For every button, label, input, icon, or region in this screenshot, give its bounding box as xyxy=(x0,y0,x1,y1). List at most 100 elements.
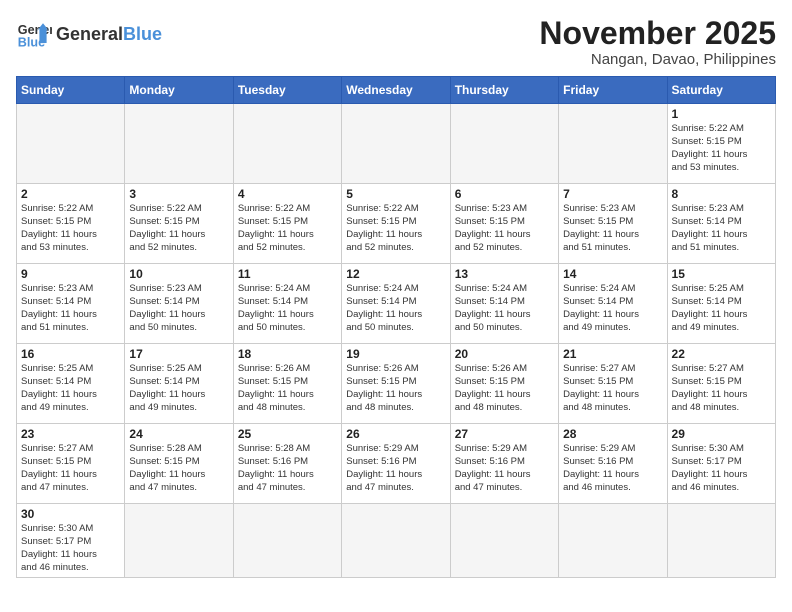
calendar-cell: 21Sunrise: 5:27 AMSunset: 5:15 PMDayligh… xyxy=(559,344,667,424)
day-info: Sunrise: 5:29 AMSunset: 5:16 PMDaylight:… xyxy=(346,443,445,494)
calendar-week-2: 2 Sunrise: 5:22 AMSunset: 5:15 PMDaylight… xyxy=(17,184,776,264)
calendar-cell xyxy=(559,504,667,578)
day-number: 19 xyxy=(346,347,445,361)
day-info: Sunrise: 5:23 AMSunset: 5:14 PMDaylight:… xyxy=(672,203,771,254)
weekday-header-wednesday: Wednesday xyxy=(342,77,450,104)
day-info: Sunrise: 5:23 AMSunset: 5:15 PMDaylight:… xyxy=(455,203,554,254)
day-number: 25 xyxy=(238,427,337,441)
logo: General Blue GeneralBlue xyxy=(16,16,162,52)
calendar-cell xyxy=(233,104,341,184)
day-info: Sunrise: 5:27 AMSunset: 5:15 PMDaylight:… xyxy=(21,443,120,494)
calendar-cell xyxy=(342,504,450,578)
calendar-cell: 10 Sunrise: 5:23 AMSunset: 5:14 PMDayligh… xyxy=(125,264,233,344)
calendar-cell: 1Sunrise: 5:22 AMSunset: 5:15 PMDaylight… xyxy=(667,104,775,184)
day-number: 17 xyxy=(129,347,228,361)
calendar-cell: 22 Sunrise: 5:27 AMSunset: 5:15 PMDayligh… xyxy=(667,344,775,424)
calendar-cell xyxy=(667,504,775,578)
calendar-cell xyxy=(450,504,558,578)
calendar-week-1: 1Sunrise: 5:22 AMSunset: 5:15 PMDaylight… xyxy=(17,104,776,184)
day-number: 11 xyxy=(238,267,337,281)
calendar-cell: 2 Sunrise: 5:22 AMSunset: 5:15 PMDaylight… xyxy=(17,184,125,264)
day-info: Sunrise: 5:23 AMSunset: 5:14 PMDaylight:… xyxy=(21,283,120,334)
day-info: Sunrise: 5:24 AMSunset: 5:14 PMDaylight:… xyxy=(346,283,445,334)
page-header: General Blue GeneralBlue November 2025 N… xyxy=(16,16,776,68)
calendar-cell: 7Sunrise: 5:23 AMSunset: 5:15 PMDaylight… xyxy=(559,184,667,264)
day-number: 8 xyxy=(672,187,771,201)
calendar-week-5: 23 Sunrise: 5:27 AMSunset: 5:15 PMDayligh… xyxy=(17,424,776,504)
day-number: 27 xyxy=(455,427,554,441)
day-info: Sunrise: 5:26 AMSunset: 5:15 PMDaylight:… xyxy=(238,363,337,414)
day-info: Sunrise: 5:22 AMSunset: 5:15 PMDaylight:… xyxy=(238,203,337,254)
day-info: Sunrise: 5:30 AMSunset: 5:17 PMDaylight:… xyxy=(21,523,120,574)
day-number: 4 xyxy=(238,187,337,201)
calendar-week-6: 30Sunrise: 5:30 AMSunset: 5:17 PMDayligh… xyxy=(17,504,776,578)
calendar-cell: 8 Sunrise: 5:23 AMSunset: 5:14 PMDaylight… xyxy=(667,184,775,264)
day-number: 14 xyxy=(563,267,662,281)
day-info: Sunrise: 5:27 AMSunset: 5:15 PMDaylight:… xyxy=(672,363,771,414)
day-number: 24 xyxy=(129,427,228,441)
day-number: 12 xyxy=(346,267,445,281)
day-number: 28 xyxy=(563,427,662,441)
day-number: 29 xyxy=(672,427,771,441)
weekday-header-tuesday: Tuesday xyxy=(233,77,341,104)
calendar-cell: 25 Sunrise: 5:28 AMSunset: 5:16 PMDayligh… xyxy=(233,424,341,504)
logo-general-text: General xyxy=(56,24,123,45)
day-number: 26 xyxy=(346,427,445,441)
day-info: Sunrise: 5:28 AMSunset: 5:16 PMDaylight:… xyxy=(238,443,337,494)
calendar-table: SundayMondayTuesdayWednesdayThursdayFrid… xyxy=(16,76,776,578)
day-number: 2 xyxy=(21,187,120,201)
day-number: 1 xyxy=(672,107,771,121)
calendar-cell: 13Sunrise: 5:24 AMSunset: 5:14 PMDayligh… xyxy=(450,264,558,344)
calendar-cell xyxy=(559,104,667,184)
day-info: Sunrise: 5:22 AMSunset: 5:15 PMDaylight:… xyxy=(129,203,228,254)
weekday-header-row: SundayMondayTuesdayWednesdayThursdayFrid… xyxy=(17,77,776,104)
day-number: 10 xyxy=(129,267,228,281)
calendar-cell: 27 Sunrise: 5:29 AMSunset: 5:16 PMDayligh… xyxy=(450,424,558,504)
calendar-cell: 4 Sunrise: 5:22 AMSunset: 5:15 PMDaylight… xyxy=(233,184,341,264)
day-number: 20 xyxy=(455,347,554,361)
calendar-week-3: 9 Sunrise: 5:23 AMSunset: 5:14 PMDaylight… xyxy=(17,264,776,344)
day-info: Sunrise: 5:30 AMSunset: 5:17 PMDaylight:… xyxy=(672,443,771,494)
calendar-cell: 29 Sunrise: 5:30 AMSunset: 5:17 PMDayligh… xyxy=(667,424,775,504)
calendar-cell: 30Sunrise: 5:30 AMSunset: 5:17 PMDayligh… xyxy=(17,504,125,578)
day-info: Sunrise: 5:27 AMSunset: 5:15 PMDaylight:… xyxy=(563,363,662,414)
day-info: Sunrise: 5:28 AMSunset: 5:15 PMDaylight:… xyxy=(129,443,228,494)
day-number: 18 xyxy=(238,347,337,361)
calendar-cell: 19 Sunrise: 5:26 AMSunset: 5:15 PMDayligh… xyxy=(342,344,450,424)
day-info: Sunrise: 5:25 AMSunset: 5:14 PMDaylight:… xyxy=(21,363,120,414)
calendar-cell xyxy=(125,104,233,184)
calendar-cell: 11Sunrise: 5:24 AMSunset: 5:14 PMDayligh… xyxy=(233,264,341,344)
day-info: Sunrise: 5:22 AMSunset: 5:15 PMDaylight:… xyxy=(21,203,120,254)
calendar-cell: 6Sunrise: 5:23 AMSunset: 5:15 PMDaylight… xyxy=(450,184,558,264)
day-number: 3 xyxy=(129,187,228,201)
weekday-header-saturday: Saturday xyxy=(667,77,775,104)
calendar-cell xyxy=(125,504,233,578)
weekday-header-friday: Friday xyxy=(559,77,667,104)
calendar-cell: 14Sunrise: 5:24 AMSunset: 5:14 PMDayligh… xyxy=(559,264,667,344)
day-info: Sunrise: 5:25 AMSunset: 5:14 PMDaylight:… xyxy=(672,283,771,334)
weekday-header-monday: Monday xyxy=(125,77,233,104)
day-number: 23 xyxy=(21,427,120,441)
calendar-cell: 12 Sunrise: 5:24 AMSunset: 5:14 PMDayligh… xyxy=(342,264,450,344)
day-info: Sunrise: 5:29 AMSunset: 5:16 PMDaylight:… xyxy=(455,443,554,494)
calendar-cell: 26 Sunrise: 5:29 AMSunset: 5:16 PMDayligh… xyxy=(342,424,450,504)
calendar-cell: 15 Sunrise: 5:25 AMSunset: 5:14 PMDayligh… xyxy=(667,264,775,344)
logo-icon: General Blue xyxy=(16,16,52,52)
day-number: 22 xyxy=(672,347,771,361)
day-number: 9 xyxy=(21,267,120,281)
calendar-cell xyxy=(233,504,341,578)
calendar-week-4: 16Sunrise: 5:25 AMSunset: 5:14 PMDayligh… xyxy=(17,344,776,424)
calendar-cell: 5Sunrise: 5:22 AMSunset: 5:15 PMDaylight… xyxy=(342,184,450,264)
calendar-cell xyxy=(450,104,558,184)
day-info: Sunrise: 5:26 AMSunset: 5:15 PMDaylight:… xyxy=(346,363,445,414)
calendar-cell: 20 Sunrise: 5:26 AMSunset: 5:15 PMDayligh… xyxy=(450,344,558,424)
day-number: 7 xyxy=(563,187,662,201)
calendar-cell: 18 Sunrise: 5:26 AMSunset: 5:15 PMDayligh… xyxy=(233,344,341,424)
day-number: 15 xyxy=(672,267,771,281)
day-info: Sunrise: 5:24 AMSunset: 5:14 PMDaylight:… xyxy=(455,283,554,334)
calendar-cell: 16Sunrise: 5:25 AMSunset: 5:14 PMDayligh… xyxy=(17,344,125,424)
day-number: 5 xyxy=(346,187,445,201)
day-info: Sunrise: 5:23 AMSunset: 5:14 PMDaylight:… xyxy=(129,283,228,334)
calendar-cell: 3 Sunrise: 5:22 AMSunset: 5:15 PMDaylight… xyxy=(125,184,233,264)
day-info: Sunrise: 5:26 AMSunset: 5:15 PMDaylight:… xyxy=(455,363,554,414)
